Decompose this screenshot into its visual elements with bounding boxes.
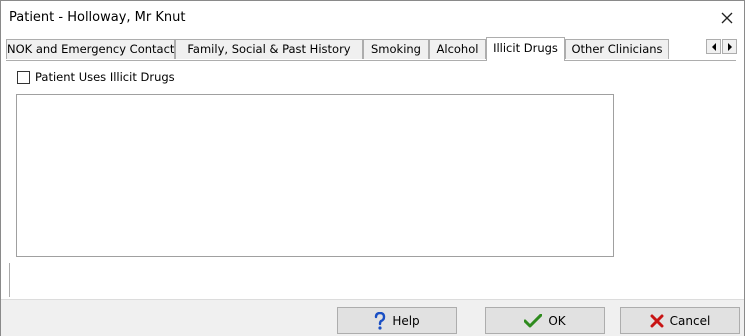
close-button[interactable] bbox=[714, 6, 740, 30]
close-icon bbox=[721, 12, 733, 24]
x-icon bbox=[650, 314, 664, 328]
illicit-drugs-notes-textarea[interactable] bbox=[16, 94, 614, 257]
ok-button-label: OK bbox=[548, 313, 566, 328]
tab-illicit-drugs[interactable]: Illicit Drugs bbox=[486, 37, 565, 61]
chevron-right-icon bbox=[727, 42, 732, 51]
tab-baseline bbox=[6, 60, 736, 61]
ok-button[interactable]: OK bbox=[485, 307, 605, 334]
window-title: Patient - Holloway, Mr Knut bbox=[9, 10, 186, 25]
patient-dialog: Patient - Holloway, Mr Knut NOK and Emer… bbox=[0, 0, 745, 336]
tab-strip: NOK and Emergency Contact Family, Social… bbox=[6, 37, 741, 61]
tab-scroll-right-button[interactable] bbox=[722, 39, 737, 54]
checkmark-icon bbox=[524, 313, 543, 328]
tab-label: Family, Social & Past History bbox=[187, 42, 351, 56]
tab-label: NOK and Emergency Contact bbox=[7, 42, 175, 56]
tab-family-social-past-history[interactable]: Family, Social & Past History bbox=[175, 39, 363, 59]
tab-smoking[interactable]: Smoking bbox=[363, 39, 429, 59]
tab-label: Smoking bbox=[371, 42, 421, 56]
help-button-label: Help bbox=[392, 313, 420, 328]
title-bar: Patient - Holloway, Mr Knut bbox=[1, 1, 744, 35]
uses-illicit-drugs-label[interactable]: Patient Uses Illicit Drugs bbox=[35, 70, 175, 84]
tab-label: Alcohol bbox=[436, 42, 479, 56]
uses-illicit-drugs-checkbox[interactable] bbox=[17, 70, 30, 84]
chevron-left-icon bbox=[711, 42, 716, 51]
cancel-button-label: Cancel bbox=[669, 313, 711, 328]
button-bar: Help OK Cancel bbox=[1, 299, 744, 336]
help-button[interactable]: Help bbox=[337, 307, 457, 334]
uses-illicit-drugs-row: Patient Uses Illicit Drugs bbox=[17, 69, 175, 85]
tab-scroll-left-button[interactable] bbox=[706, 39, 721, 54]
tab-label: Illicit Drugs bbox=[493, 41, 558, 55]
tab-scroll-buttons bbox=[706, 39, 738, 55]
tab-alcohol[interactable]: Alcohol bbox=[429, 39, 486, 59]
question-mark-icon bbox=[374, 311, 386, 330]
cancel-button[interactable]: Cancel bbox=[620, 307, 740, 334]
tab-other-clinicians[interactable]: Other Clinicians bbox=[565, 39, 669, 59]
panel-separator bbox=[9, 263, 10, 297]
tab-label: Other Clinicians bbox=[571, 42, 663, 56]
tab-nok-emergency-contact[interactable]: NOK and Emergency Contact bbox=[6, 39, 175, 59]
